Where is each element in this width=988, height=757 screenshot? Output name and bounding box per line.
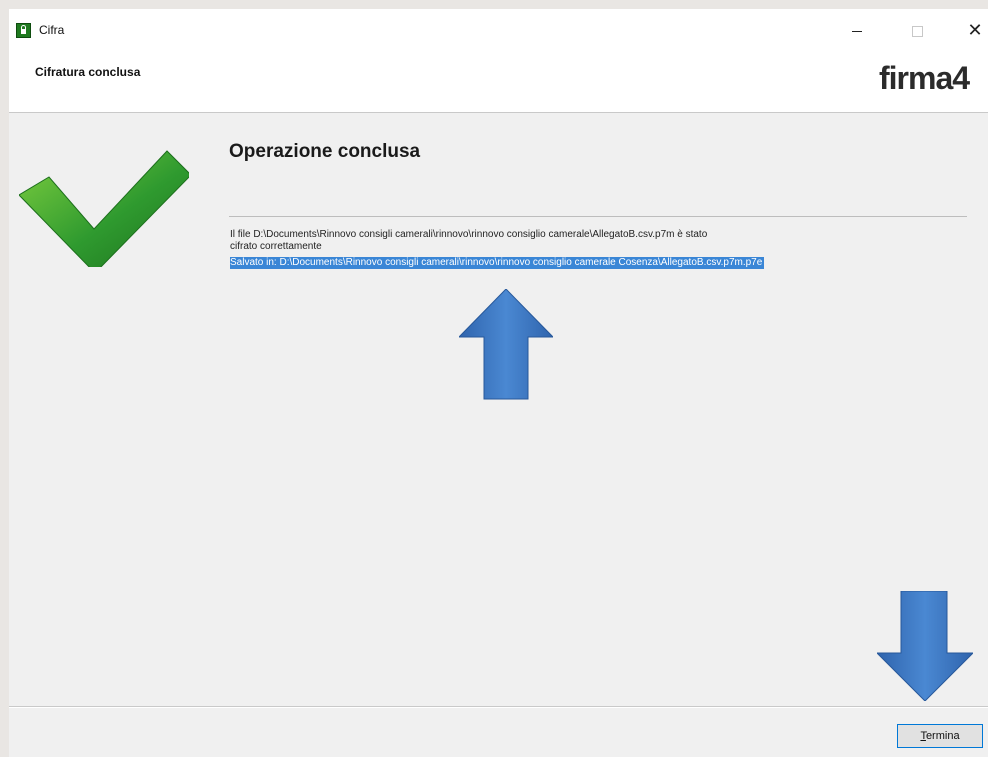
minimize-icon	[852, 31, 862, 32]
footer-divider-highlight	[9, 707, 988, 708]
divider	[229, 216, 967, 217]
arrow-up-icon	[459, 289, 553, 400]
maximize-button[interactable]	[905, 19, 929, 43]
cifra-window: Cifra ✕ Cifratura conclusa firma4 Operaz…	[9, 9, 988, 757]
close-button[interactable]: ✕	[963, 19, 987, 43]
window-title: Cifra	[39, 23, 65, 37]
message-line-2: cifrato correttamente	[230, 240, 322, 252]
checkmark-icon	[19, 150, 189, 267]
operation-heading: Operazione conclusa	[229, 141, 421, 162]
step-title: Cifratura conclusa	[35, 65, 141, 79]
termina-button[interactable]: Termina	[897, 724, 983, 748]
termina-label: ermina	[925, 730, 960, 742]
maximize-icon	[911, 26, 923, 37]
wizard-header: Cifratura conclusa firma4	[9, 55, 988, 113]
firma4-logo: firma4	[879, 60, 970, 96]
result-message: Il file D:\Documents\Rinnovo consigli ca…	[230, 229, 910, 252]
title-bar[interactable]: Cifra ✕	[9, 9, 988, 55]
minimize-button[interactable]	[845, 19, 869, 43]
message-line-1: Il file D:\Documents\Rinnovo consigli ca…	[230, 229, 708, 240]
arrow-down-icon	[877, 591, 973, 701]
lock-icon	[16, 23, 31, 38]
saved-path-selection[interactable]: Salvato in: D:\Documents\Rinnovo consigl…	[230, 257, 765, 269]
